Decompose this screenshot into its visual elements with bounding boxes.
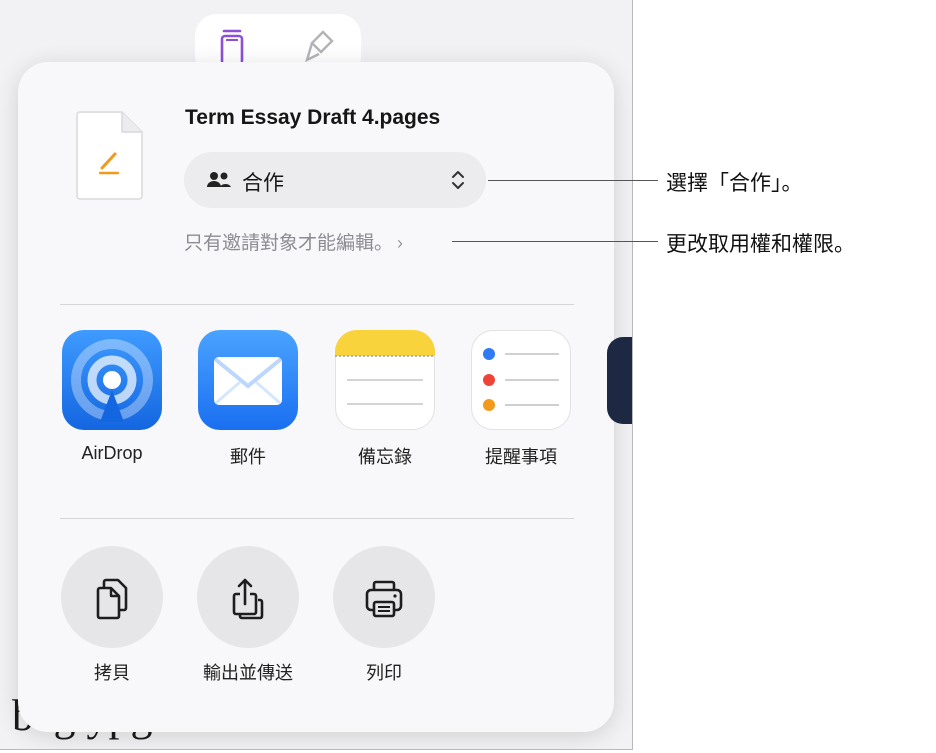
access-permissions-link[interactable]: 只有邀請對象才能編輯。 › [184, 228, 403, 255]
print-button[interactable]: 列印 [312, 546, 456, 686]
file-title: Term Essay Draft 4.pages [185, 106, 441, 129]
more-app-partial-icon[interactable] [607, 337, 632, 424]
reminders-icon [471, 330, 571, 430]
collaboration-label: 合作 [242, 172, 284, 195]
app-label: 提醒事項 [485, 447, 557, 467]
callout-choose-collaboration: 選擇「合作」。 [666, 172, 803, 195]
app-mail[interactable]: 郵件 [176, 330, 298, 467]
mail-icon [198, 330, 298, 430]
copy-icon [96, 578, 128, 620]
callout-line-access [452, 241, 658, 242]
chevron-up-down-icon [452, 171, 464, 189]
app-label: 備忘錄 [358, 447, 412, 467]
callout-change-access: 更改取用權和權限。 [666, 233, 855, 256]
copy-button-circle [61, 546, 163, 648]
chevron-right-icon: › [397, 233, 404, 253]
divider [60, 518, 574, 519]
print-icon [365, 580, 403, 618]
app-label: 郵件 [230, 447, 266, 467]
share-sheet: Term Essay Draft 4.pages 合作 只有邀請對象才能編輯。 › [18, 62, 632, 732]
ipad-screen: beg ypg Term Essay Draft 4.pages [0, 0, 633, 750]
print-button-circle [333, 546, 435, 648]
app-reminders[interactable]: 提醒事項 [449, 330, 571, 467]
copy-label: 拷貝 [94, 663, 130, 683]
copy-button[interactable]: 拷貝 [40, 546, 184, 686]
divider [60, 304, 574, 305]
export-label: 輸出並傳送 [203, 663, 293, 683]
app-label: AirDrop [81, 443, 143, 463]
people-icon [207, 172, 231, 187]
callout-line-collaboration [488, 180, 658, 181]
pages-file-icon [76, 111, 143, 200]
app-airdrop[interactable]: AirDrop [40, 330, 162, 463]
export-and-send-button[interactable]: 輸出並傳送 [176, 546, 320, 686]
export-icon [232, 578, 264, 620]
print-label: 列印 [366, 663, 402, 683]
collaboration-popup-button[interactable]: 合作 [184, 152, 486, 208]
notes-icon [335, 330, 435, 430]
access-summary: 只有邀請對象才能編輯。 [184, 233, 394, 254]
export-button-circle [197, 546, 299, 648]
app-notes[interactable]: 備忘錄 [313, 330, 435, 467]
airdrop-icon [62, 330, 162, 430]
